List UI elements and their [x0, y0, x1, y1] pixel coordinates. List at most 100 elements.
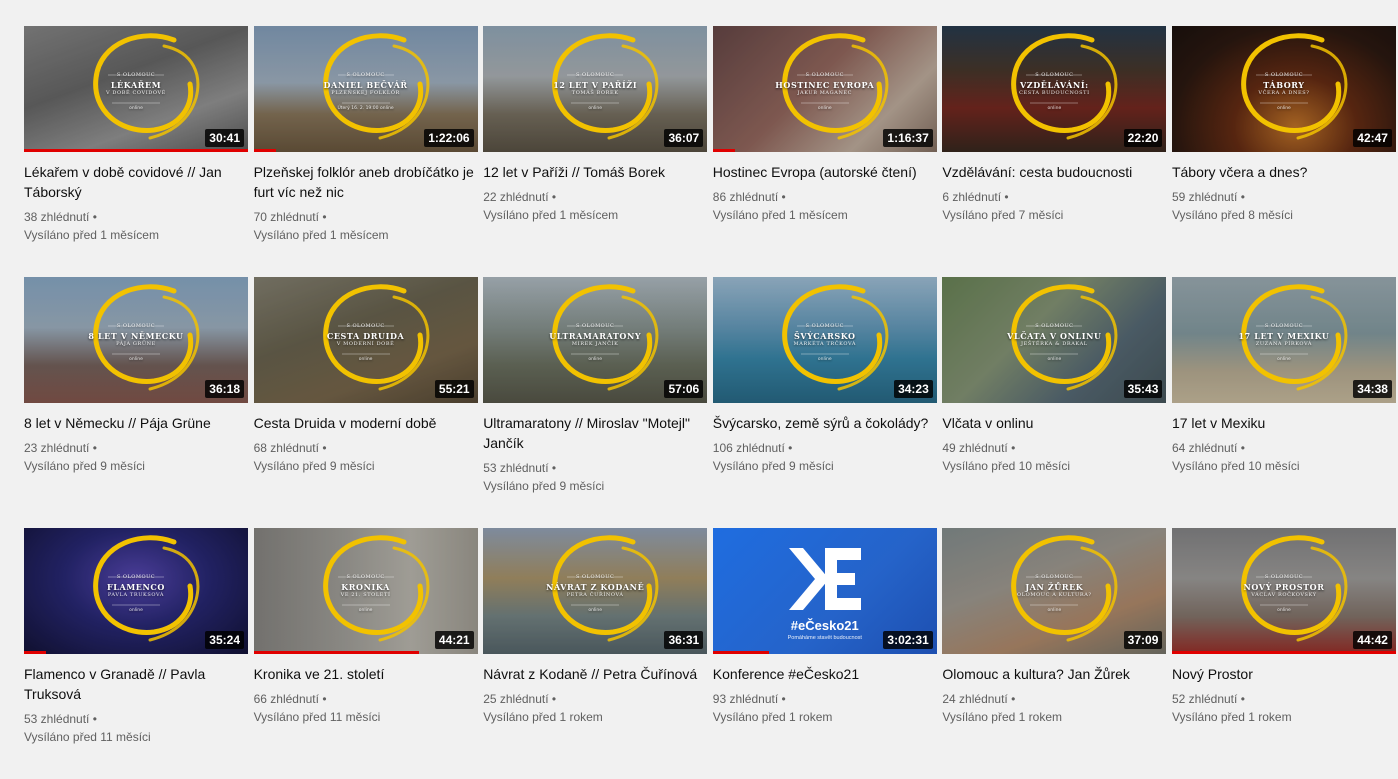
video-thumbnail[interactable]: #eČesko21 Pomáháme stavět budoucnost 3:02:… [712, 528, 937, 654]
stream-age: Vysíláno před 9 měsíci [712, 459, 834, 473]
video-metadata: 53 zhlédnutí • Vysíláno před 9 měsíci [483, 459, 707, 495]
stream-age: Vysíláno před 1 rokem [712, 710, 833, 724]
video-card[interactable]: S OLOMOUC 17 LET V MEXIKU ZUZANA PÍRKOVÁ on… [1171, 277, 1396, 528]
stream-age: Vysíláno před 1 měsícem [253, 228, 389, 242]
video-metadata: 23 zhlédnutí • Vysíláno před 9 měsíci [24, 439, 248, 475]
video-thumbnail[interactable]: S OLOMOUC NOVÝ PROSTOR VÁCLAV ROČKOVSKÝ onl… [1171, 528, 1396, 654]
video-title[interactable]: Nový Prostor [1172, 664, 1396, 684]
video-card[interactable]: S OLOMOUC VZDĚLÁVÁNÍ: CESTA BUDOUCNOSTI onl… [942, 26, 1167, 277]
video-thumbnail[interactable]: S OLOMOUC HOSTINEC EVROPA JAKUB MAGANEC onl… [712, 26, 937, 152]
stream-age: Vysíláno před 7 měsíci [942, 208, 1064, 222]
video-metadata: 66 zhlédnutí • Vysíláno před 11 měsíci [254, 690, 478, 726]
duration-badge: 34:38 [1353, 380, 1392, 398]
video-thumbnail[interactable]: S OLOMOUC NÁVRAT Z KODANĚ PETRA ČUŘÍNOVÁ on… [483, 528, 708, 654]
video-thumbnail[interactable]: S OLOMOUC ŠVÝCARSKO MARKÉTA TRČKOVÁ online 3… [712, 277, 937, 403]
watch-progress-bar [24, 651, 47, 654]
video-title[interactable]: Tábory včera a dnes? [1172, 162, 1396, 182]
video-title[interactable]: 8 let v Německu // Pája Grüne [24, 413, 248, 433]
watch-progress-bar [1171, 651, 1396, 654]
video-thumbnail[interactable]: S OLOMOUC DANIEL BEČVÁŘ PLZEŇSKEJ FOLKLÓR Ú… [253, 26, 478, 152]
stream-age: Vysíláno před 11 měsíci [253, 710, 381, 724]
thumbnail-overlay-text: S OLOMOUC [805, 72, 844, 78]
video-thumbnail[interactable]: S OLOMOUC FLAMENCO PAVLA TRUKSOVÁ online 35:… [24, 528, 248, 654]
video-title[interactable]: Flamenco v Granadě // Pavla Truksová [24, 664, 248, 704]
video-card[interactable]: S OLOMOUC TÁBORY VČERA A DNES? online 42:47 T… [1171, 26, 1396, 277]
duration-badge: 42:47 [1353, 129, 1392, 147]
thumbnail-overlay-text: CESTA DRUIDA [326, 331, 405, 341]
video-card[interactable]: S OLOMOUC FLAMENCO PAVLA TRUKSOVÁ online 35:… [24, 528, 248, 779]
video-card[interactable]: S OLOMOUC 8 LET V NĚMECKU PÁJA GRÜNE online… [24, 277, 248, 528]
video-title[interactable]: Ultramaratony // Miroslav "Motejl" Jančí… [483, 413, 707, 453]
video-thumbnail[interactable]: S OLOMOUC LÉKAŘEM V DOBĚ COVIDOVÉ online 30:… [24, 26, 248, 152]
video-title[interactable]: Vzdělávání: cesta budoucnosti [942, 162, 1166, 182]
thumbnail-overlay-text: KRONIKA [341, 582, 390, 592]
thumbnail-overlay-text: MARKÉTA TRČKOVÁ [793, 341, 857, 347]
duration-badge: 36:31 [664, 631, 704, 649]
view-count: 59 zhlédnutí • [1171, 190, 1245, 204]
stream-age: Vysíláno před 9 měsíci [483, 479, 605, 493]
video-card[interactable]: S OLOMOUC NÁVRAT Z KODANĚ PETRA ČUŘÍNOVÁ on… [483, 528, 708, 779]
thumbnail-overlay-text: LÉKAŘEM [110, 80, 162, 90]
duration-badge: 1:16:37 [883, 129, 933, 147]
video-card[interactable]: #eČesko21 Pomáháme stavět budoucnost 3:02:… [712, 528, 937, 779]
thumbnail-overlay-text: CESTA BUDOUCNOSTI [1019, 90, 1090, 96]
video-title[interactable]: Kronika ve 21. století [254, 664, 478, 684]
video-thumbnail[interactable]: S OLOMOUC 8 LET V NĚMECKU PÁJA GRÜNE online… [24, 277, 248, 403]
video-card[interactable]: S OLOMOUC 12 LET V PAŘÍŽI TOMÁŠ BOREK onlin… [483, 26, 708, 277]
thumbnail-overlay-text: S OLOMOUC [1264, 323, 1304, 329]
view-count: 66 zhlédnutí • [253, 692, 327, 706]
video-thumbnail[interactable]: S OLOMOUC JAN ŽŮREK OLOMOUC A KULTURA? onli… [942, 528, 1167, 654]
video-title[interactable]: Vlčata v onlinu [942, 413, 1166, 433]
thumbnail-overlay-text: V MODERNÍ DOBĚ [336, 341, 395, 347]
view-count: 6 zhlédnutí • [942, 190, 1009, 204]
video-thumbnail[interactable]: S OLOMOUC ULTRAMARATONY MIREK JANČÍK online… [483, 277, 708, 403]
video-thumbnail[interactable]: S OLOMOUC VZDĚLÁVÁNÍ: CESTA BUDOUCNOSTI onl… [942, 26, 1167, 152]
view-count: 22 zhlédnutí • [483, 190, 557, 204]
thumbnail-overlay-text: S OLOMOUC [1264, 72, 1304, 78]
video-title[interactable]: Lékařem v době covidové // Jan Táborský [24, 162, 248, 202]
video-title[interactable]: 17 let v Mexiku [1172, 413, 1396, 433]
thumbnail-overlay-text: 12 LET V PAŘÍŽI [553, 80, 638, 90]
video-metadata: 6 zhlédnutí • Vysíláno před 7 měsíci [942, 188, 1166, 224]
video-thumbnail[interactable]: S OLOMOUC TÁBORY VČERA A DNES? online 42:47 [1171, 26, 1396, 152]
video-thumbnail[interactable]: S OLOMOUC VLČATA V ONLINU JEŠTĚRKA & DRAKA… [942, 277, 1167, 403]
thumbnail-overlay-text: S OLOMOUC [576, 323, 615, 329]
video-card[interactable]: S OLOMOUC LÉKAŘEM V DOBĚ COVIDOVÉ online 30:… [24, 26, 248, 277]
video-card[interactable]: S OLOMOUC ŠVÝCARSKO MARKÉTA TRČKOVÁ online 3… [712, 277, 937, 528]
video-card[interactable]: S OLOMOUC CESTA DRUIDA V MODERNÍ DOBĚ onlin… [253, 277, 478, 528]
stream-age: Vysíláno před 9 měsíci [24, 459, 145, 473]
video-title[interactable]: Olomouc a kultura? Jan Žůrek [942, 664, 1166, 684]
video-title[interactable]: Konference #eČesko21 [713, 664, 937, 684]
video-card[interactable]: S OLOMOUC NOVÝ PROSTOR VÁCLAV ROČKOVSKÝ onl… [1171, 528, 1396, 779]
video-card[interactable]: S OLOMOUC DANIEL BEČVÁŘ PLZEŇSKEJ FOLKLÓR Ú… [253, 26, 478, 277]
thumbnail-overlay-text: FLAMENCO [107, 582, 165, 592]
video-card[interactable]: S OLOMOUC ULTRAMARATONY MIREK JANČÍK online… [483, 277, 708, 528]
video-title[interactable]: Návrat z Kodaně // Petra Čuřínová [483, 664, 707, 684]
video-title[interactable]: Cesta Druida v moderní době [254, 413, 478, 433]
video-thumbnail[interactable]: S OLOMOUC KRONIKA VE 21. STOLETÍ online 44:2… [253, 528, 478, 654]
thumbnail-overlay-text: VZDĚLÁVÁNÍ: [1020, 80, 1089, 90]
thumbnail-overlay-text: ULTRAMARATONY [549, 331, 642, 341]
video-card[interactable]: S OLOMOUC VLČATA V ONLINU JEŠTĚRKA & DRAKA… [942, 277, 1167, 528]
video-title[interactable]: Hostinec Evropa (autorské čtení) [713, 162, 937, 182]
video-title[interactable]: Plzeňskej folklór aneb drobíčátko je fur… [254, 162, 478, 202]
video-metadata: 106 zhlédnutí • Vysíláno před 9 měsíci [713, 439, 937, 475]
thumbnail-overlay-text: S OLOMOUC [1035, 574, 1074, 580]
duration-badge: 36:18 [205, 380, 244, 398]
stream-age: Vysíláno před 1 rokem [483, 710, 603, 724]
thumbnail-overlay-text: JAKUB MAGANEC [797, 90, 853, 96]
video-thumbnail[interactable]: S OLOMOUC 12 LET V PAŘÍŽI TOMÁŠ BOREK onlin… [483, 26, 708, 152]
thumbnail-overlay-text: TÁBORY [1263, 80, 1305, 90]
video-thumbnail[interactable]: S OLOMOUC CESTA DRUIDA V MODERNÍ DOBĚ onlin… [253, 277, 478, 403]
video-title[interactable]: 12 let v Paříži // Tomáš Borek [483, 162, 707, 182]
thumbnail-overlay-text: online [129, 357, 143, 362]
thumbnail-overlay-text: JEŠTĚRKA & DRAKAL [1021, 341, 1088, 347]
thumbnail-overlay-text: VLČATA V ONLINU [1007, 331, 1102, 341]
video-card[interactable]: S OLOMOUC HOSTINEC EVROPA JAKUB MAGANEC onl… [712, 26, 937, 277]
video-thumbnail[interactable]: S OLOMOUC 17 LET V MEXIKU ZUZANA PÍRKOVÁ on… [1171, 277, 1396, 403]
duration-badge: 57:06 [664, 380, 704, 398]
video-card[interactable]: S OLOMOUC JAN ŽŮREK OLOMOUC A KULTURA? onli… [942, 528, 1167, 779]
video-card[interactable]: S OLOMOUC KRONIKA VE 21. STOLETÍ online 44:2… [253, 528, 478, 779]
video-title[interactable]: Švýcarsko, země sýrů a čokolády? [713, 413, 937, 433]
video-metadata: 59 zhlédnutí • Vysíláno před 8 měsíci [1172, 188, 1396, 224]
